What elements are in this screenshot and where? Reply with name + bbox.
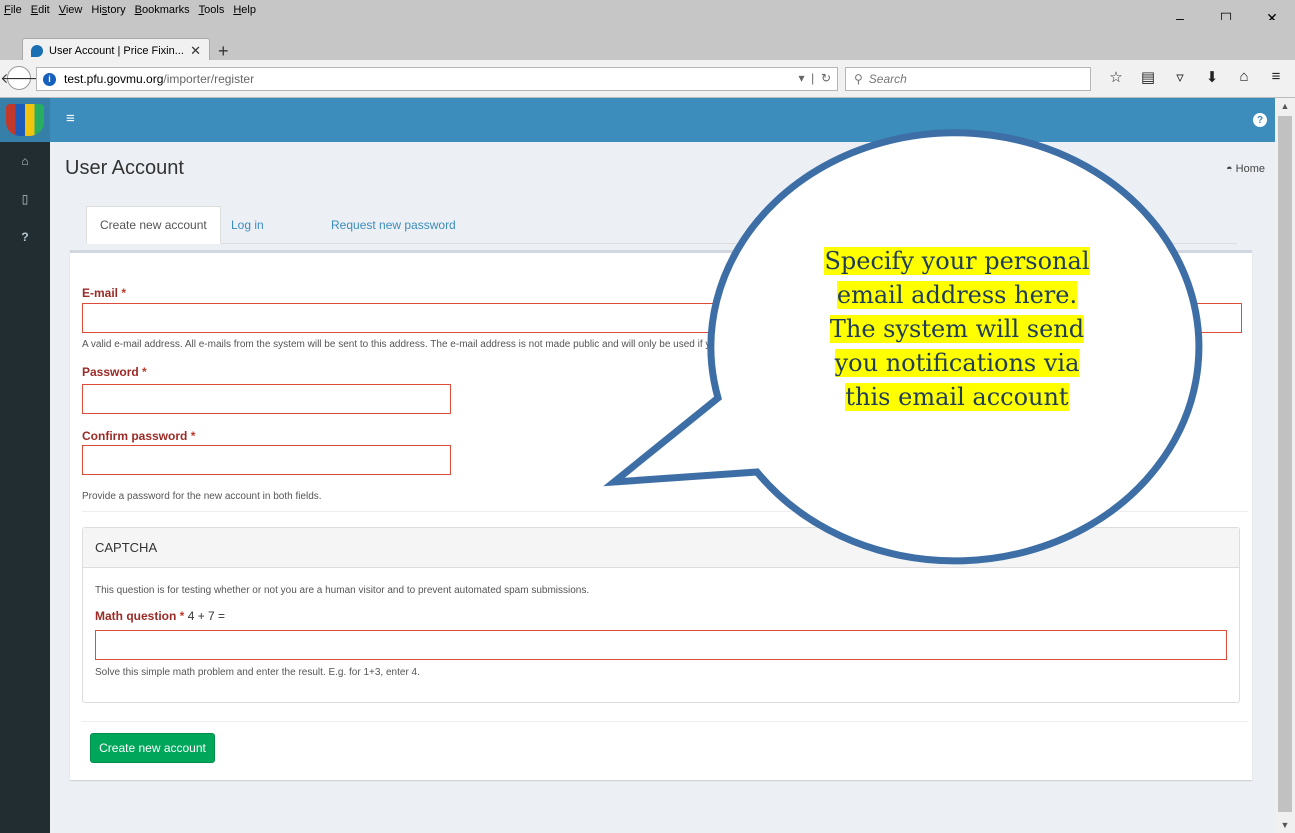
toolbar-icons: ☆ ▤ ▿ ⬇ ⌂ ≡ [1100,68,1292,86]
browser-menubar: File Edit View History Bookmarks Tools H… [0,0,1295,20]
captcha-title: CAPTCHA [83,528,1239,568]
dashboard-icon: ◓ [1225,163,1236,175]
tab-login[interactable]: Log in [218,206,277,244]
callout-line: this email account [845,383,1069,411]
sidebar-pdf-icon[interactable]: ▯ [0,180,50,218]
callout-text: Specify your personal email address here… [800,244,1114,414]
tab-create-account[interactable]: Create new account [86,206,221,244]
callout-line: Specify your personal [824,247,1090,275]
url-text: test.pfu.govmu.org/importer/register [64,72,255,86]
menu-history[interactable]: History [91,4,125,16]
create-account-button[interactable]: Create new account [90,733,215,763]
sidebar-help-icon[interactable]: ? [0,218,50,256]
hamburger-menu-icon[interactable]: ≡ [1260,68,1292,86]
menu-tools[interactable]: Tools [199,4,225,16]
bookmark-star-icon[interactable]: ☆ [1100,68,1132,86]
captcha-panel: CAPTCHA This question is for testing whe… [82,527,1240,703]
help-icon[interactable]: ? [1253,113,1267,127]
search-icon: ⚲ [854,72,863,86]
browser-navbar: 🡐 i test.pfu.govmu.org/importer/register… [0,60,1295,98]
email-label: E-mail * [82,286,127,300]
url-bar[interactable]: i test.pfu.govmu.org/importer/register ▾… [36,67,838,91]
menu-bookmarks[interactable]: Bookmarks [135,4,190,16]
page-title: User Account [65,157,184,179]
download-icon[interactable]: ⬇ [1196,68,1228,86]
home-icon[interactable]: ⌂ [1228,68,1260,86]
drupal-favicon-icon [31,44,43,57]
callout-line: The system will send [829,315,1085,343]
scroll-up-icon[interactable]: ▲ [1275,98,1295,114]
search-bar[interactable]: ⚲ Search [845,67,1091,91]
captcha-help: Solve this simple math problem and enter… [95,667,420,678]
password-help: Provide a password for the new account i… [82,491,322,502]
app-topbar: ≡ ? [0,98,1275,142]
callout-line: email address here. [836,281,1078,309]
callout-line: you notifications via [834,349,1080,377]
browser-tabstrip: User Account | Price Fixin... ✕ + [0,20,1295,62]
captcha-description: This question is for testing whether or … [95,585,590,596]
browser-tab[interactable]: User Account | Price Fixin... ✕ [22,38,210,62]
scroll-down-icon[interactable]: ▼ [1275,817,1295,833]
menu-help[interactable]: Help [233,4,256,16]
tab-close-icon[interactable]: ✕ [190,43,201,59]
search-placeholder: Search [868,72,907,86]
reload-icon[interactable]: ▾ | ↻ [798,71,831,85]
logo[interactable] [0,98,50,142]
scroll-thumb[interactable] [1278,116,1292,812]
info-icon[interactable]: i [43,72,56,86]
sidebar-toggle-icon[interactable]: ≡ [66,110,75,127]
coat-of-arms-icon [6,104,44,136]
confirm-password-field[interactable] [82,445,451,475]
menu-file[interactable]: File [4,4,22,16]
account-tabs: Create new account Log in Request new pa… [86,206,1237,244]
menu-view[interactable]: View [59,4,83,16]
password-label: Password * [82,365,147,379]
password-field[interactable] [82,384,451,414]
divider [82,721,1248,722]
math-question-label: Math question * 4 + 7 = [95,609,226,623]
tab-request-password[interactable]: Request new password [318,206,469,244]
back-arrow-icon[interactable]: 🡐 [0,66,38,90]
reading-list-icon[interactable]: ▤ [1132,68,1164,86]
new-tab-icon[interactable]: + [218,41,229,62]
confirm-password-label: Confirm password * [82,429,196,443]
math-answer-field[interactable] [95,630,1227,660]
menu-edit[interactable]: Edit [31,4,50,16]
sidebar-home-icon[interactable]: ⌂ [0,142,50,180]
page-scrollbar[interactable]: ▲ ▼ [1275,98,1295,833]
browser-tab-title: User Account | Price Fixin... [49,44,184,57]
pocket-icon[interactable]: ▿ [1164,68,1196,86]
breadcrumb[interactable]: ◓ Home [1226,163,1265,175]
divider [82,511,1248,512]
app-sidebar: ⌂ ▯ ? [0,142,50,833]
